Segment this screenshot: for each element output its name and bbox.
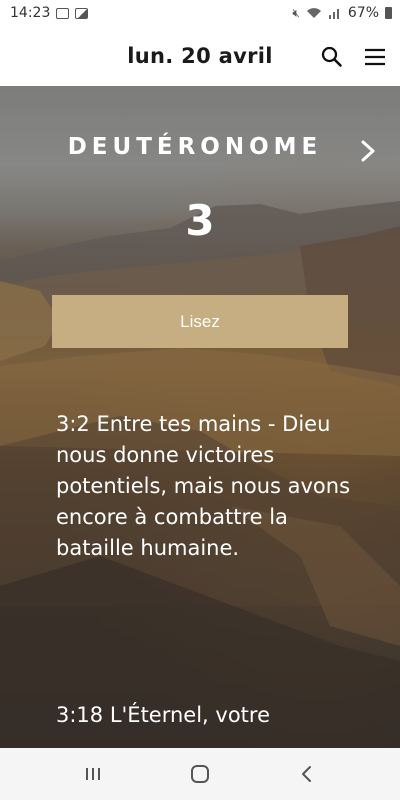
search-icon: [321, 46, 342, 67]
status-bar: 14:23 🔇︎ 67%: [0, 0, 400, 26]
battery-percent: 67%: [347, 5, 379, 21]
chapter-number: 3: [185, 196, 215, 245]
home-icon: [190, 765, 209, 783]
read-button[interactable]: Lisez: [52, 295, 348, 348]
book-title: DEUTÉRONOME: [67, 134, 323, 160]
menu-button[interactable]: [362, 44, 388, 70]
verse-text: 3:2 Entre tes mains - Dieu nous donne vi…: [56, 412, 351, 560]
chevron-right-icon: [361, 140, 375, 162]
recent-apps-button[interactable]: [73, 754, 113, 794]
app-header: lun. 20 avril: [0, 26, 400, 86]
verse-text: 3:18 L'Éternel, votre: [56, 703, 271, 727]
mail-icon: [56, 7, 70, 19]
system-nav-bar: [0, 748, 400, 800]
mute-icon: 🔇︎: [292, 5, 300, 20]
recent-apps-icon: [86, 768, 101, 780]
signal-icon: [328, 9, 339, 19]
gallery-icon: [75, 7, 89, 19]
hero-section[interactable]: DEUTÉRONOME 3 Lisez 3:2 Entre tes mains …: [0, 86, 400, 748]
wifi-icon: [306, 8, 321, 18]
status-time: 14:23: [10, 5, 51, 21]
menu-icon: [365, 48, 385, 66]
status-right: 🔇︎ 67%: [292, 5, 392, 21]
battery-icon: [385, 7, 392, 19]
next-chapter-button[interactable]: [356, 138, 380, 164]
search-button[interactable]: [319, 44, 345, 70]
back-icon: [301, 766, 311, 782]
home-button[interactable]: [180, 754, 220, 794]
back-button[interactable]: [287, 754, 327, 794]
status-left: 14:23: [10, 5, 89, 21]
